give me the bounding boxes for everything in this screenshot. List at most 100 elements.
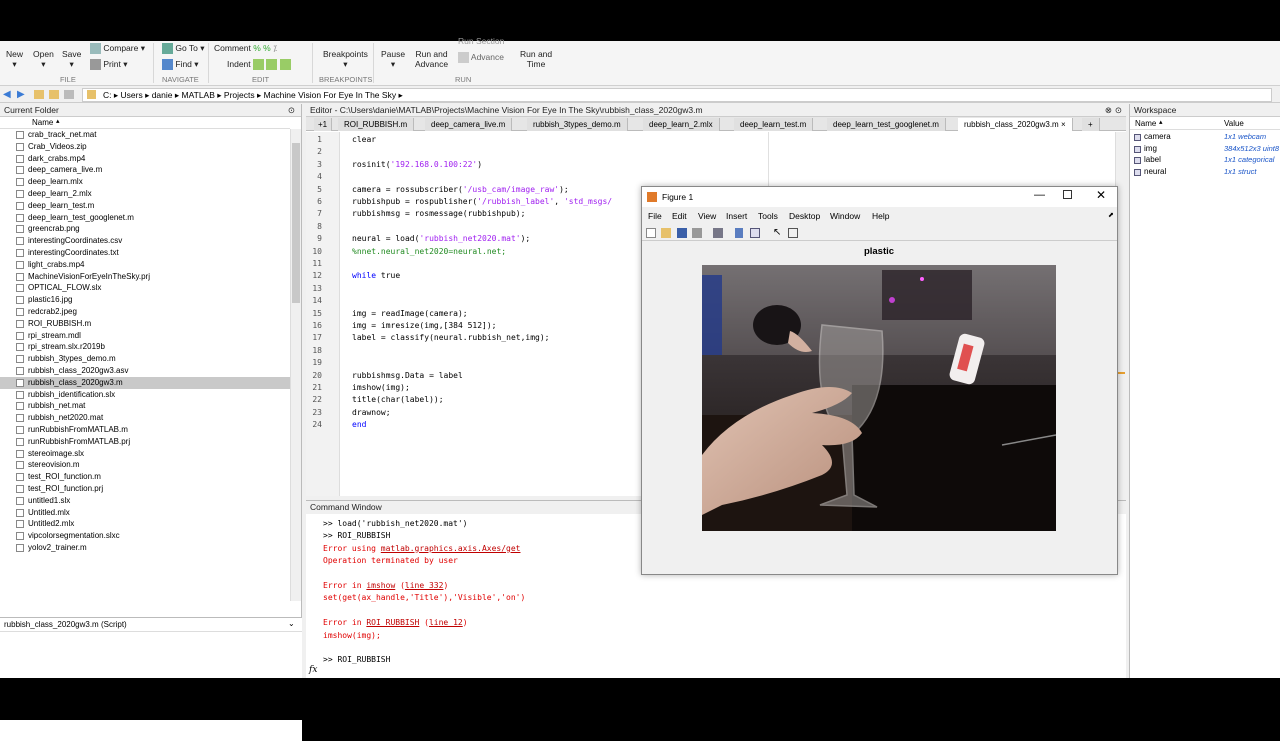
code-line[interactable]: img = readImage(camera); [352, 309, 468, 318]
close-icon[interactable]: ✕ [1096, 188, 1106, 202]
breakpoints-button[interactable]: Breakpoints ▾ [323, 49, 368, 70]
file-row[interactable]: rubbish_class_2020gw3.m [0, 376, 290, 389]
goto-button[interactable]: Go To ▾ [162, 43, 205, 55]
save-button[interactable]: Save ▾ [62, 49, 81, 70]
file-row[interactable]: deep_learn_2.mlx [0, 188, 290, 200]
file-row[interactable]: redcrab2.jpeg [0, 306, 290, 318]
close-tab-icon[interactable]: × [1059, 120, 1066, 129]
code-line[interactable]: rubbishmsg = rosmessage(rubbishpub); [352, 209, 525, 218]
path-part[interactable]: Machine Vision For Eye In The Sky [264, 90, 396, 100]
file-row[interactable]: rubbish_identification.slx [0, 389, 290, 401]
editor-tab[interactable]: ROI_RUBBISH.m [338, 118, 415, 131]
code-line[interactable]: while true [352, 271, 400, 280]
editor-tab[interactable]: deep_learn_2.mlx [643, 118, 720, 131]
path-part[interactable]: danie [152, 90, 173, 100]
code-line[interactable]: %nnet.neural_net2020=neural.net; [352, 247, 506, 256]
comment-button[interactable]: Comment % % ⁒ [214, 43, 277, 54]
file-row[interactable]: dark_crabs.mp4 [0, 153, 290, 165]
file-row[interactable]: rpi_stream.mdl [0, 330, 290, 342]
code-line[interactable]: label = classify(neural.rubbish_net,img)… [352, 333, 549, 342]
file-row[interactable]: rubbish_net2020.mat [0, 412, 290, 424]
file-row[interactable]: light_crabs.mp4 [0, 259, 290, 271]
dock-arrow-icon[interactable]: ⬈ [1108, 211, 1114, 219]
new-button[interactable]: New ▾ [6, 49, 23, 70]
file-row[interactable]: stereoimage.slx [0, 448, 290, 460]
colorbar-icon[interactable] [735, 228, 743, 238]
file-row[interactable]: untitled1.slx [0, 495, 290, 507]
workspace-value-header[interactable]: Value [1224, 119, 1244, 128]
find-button[interactable]: Find ▾ [162, 59, 199, 71]
folder-path[interactable]: C: ▸ Users ▸ danie ▸ MATLAB ▸ Projects ▸… [82, 88, 1272, 102]
compare-button[interactable]: Compare ▾ [90, 43, 145, 55]
new-tab-icon[interactable]: + [1082, 118, 1100, 131]
code-line[interactable]: rubbishmsg.Data = label [352, 371, 463, 380]
editor-tab[interactable]: rubbish_class_2020gw3.m × [958, 118, 1073, 131]
figure-window[interactable]: Figure 1 — ✕ File Edit View Insert Tools Desk… [641, 186, 1118, 575]
file-row[interactable]: interestingCoordinates.csv [0, 235, 290, 247]
run-and-advance-button[interactable]: Run and Advance [415, 49, 448, 69]
file-row[interactable]: deep_learn_test_googlenet.m [0, 212, 290, 224]
print-button[interactable]: Print ▾ [90, 59, 128, 71]
file-row[interactable]: ROI_RUBBISH.m [0, 318, 290, 330]
edit-plot-icon[interactable]: ↖ [773, 227, 781, 238]
maximize-icon[interactable] [1063, 190, 1072, 199]
file-row[interactable]: Untitled.mlx [0, 507, 290, 519]
path-part[interactable]: Users [121, 90, 143, 100]
file-row[interactable]: test_ROI_function.prj [0, 483, 290, 495]
workspace-variable[interactable]: img 384x512x3 uint8 [1130, 144, 1280, 155]
file-row[interactable]: rubbish_net.mat [0, 400, 290, 412]
name-column-header[interactable]: Name ▴ [0, 117, 290, 129]
code-line[interactable]: neural = load('rubbish_net2020.mat'); [352, 234, 530, 243]
save-figure-icon[interactable] [677, 228, 687, 238]
browse-folder-icon[interactable] [49, 90, 59, 99]
folder-scrollbar[interactable] [290, 129, 301, 601]
workspace-variable[interactable]: label 1x1 categorical [1130, 155, 1280, 166]
file-row[interactable]: greencrab.png [0, 223, 290, 235]
advance-button[interactable]: Advance [458, 52, 504, 64]
panel-menu-icon[interactable]: ⊙ [1115, 104, 1122, 117]
figure-menu-item[interactable]: Insert [726, 209, 747, 223]
workspace-variable[interactable]: neural 1x1 struct [1130, 167, 1280, 178]
code-line[interactable]: camera = rossubscriber('/usb_cam/image_r… [352, 185, 569, 194]
scroll-thumb[interactable] [292, 143, 300, 303]
run-and-time-button[interactable]: Run and Time [520, 49, 552, 69]
link-plot-icon[interactable] [713, 228, 723, 238]
print-figure-icon[interactable] [692, 228, 702, 238]
tab-scroll-left-icon[interactable]: +1 [314, 118, 333, 131]
figure-menu-item[interactable]: Help [872, 209, 889, 223]
pause-button[interactable]: Pause ▾ [381, 49, 405, 70]
path-part[interactable]: C: [103, 90, 112, 100]
open-button[interactable]: Open ▾ [33, 49, 54, 70]
file-row[interactable]: Crab_Videos.zip [0, 141, 290, 153]
file-row[interactable]: deep_learn_test.m [0, 200, 290, 212]
file-row[interactable]: test_ROI_function.m [0, 471, 290, 483]
find-files-icon[interactable] [64, 90, 74, 99]
figure-menu-item[interactable]: File [648, 209, 662, 223]
file-row[interactable]: crab_track_net.mat [0, 129, 290, 141]
back-arrow-icon[interactable]: ◀ [3, 89, 11, 100]
code-line[interactable]: title(char(label)); [352, 395, 444, 404]
file-row[interactable]: rubbish_3types_demo.m [0, 353, 290, 365]
run-section-button[interactable]: Run Section [458, 36, 504, 46]
code-line[interactable]: imshow(img); [352, 383, 410, 392]
path-part[interactable]: Projects [224, 90, 255, 100]
new-figure-icon[interactable] [646, 228, 656, 238]
figure-menu-item[interactable]: Desktop [789, 209, 820, 223]
file-row[interactable]: OPTICAL_FLOW.slx [0, 282, 290, 294]
file-row[interactable]: rubbish_class_2020gw3.asv [0, 365, 290, 377]
code-line[interactable]: img = imresize(img,[384 512]); [352, 321, 497, 330]
path-part[interactable]: MATLAB [182, 90, 215, 100]
code-line[interactable]: drawnow; [352, 408, 391, 417]
file-row[interactable]: plastic16.jpg [0, 294, 290, 306]
editor-tab[interactable]: rubbish_3types_demo.m [527, 118, 628, 131]
file-row[interactable]: deep_learn.mlx [0, 176, 290, 188]
file-row[interactable]: runRubbishFromMATLAB.prj [0, 436, 290, 448]
file-row[interactable]: stereovision.m [0, 459, 290, 471]
forward-arrow-icon[interactable]: ▶ [17, 89, 25, 100]
code-line[interactable]: rubbishpub = rospublisher('/rubbish_labe… [352, 197, 612, 206]
property-inspector-icon[interactable] [788, 228, 798, 238]
figure-menu-item[interactable]: Tools [758, 209, 778, 223]
figure-title-bar[interactable]: Figure 1 — ✕ [642, 187, 1117, 207]
code-line[interactable]: clear [352, 135, 376, 144]
figure-menu-item[interactable]: View [698, 209, 716, 223]
